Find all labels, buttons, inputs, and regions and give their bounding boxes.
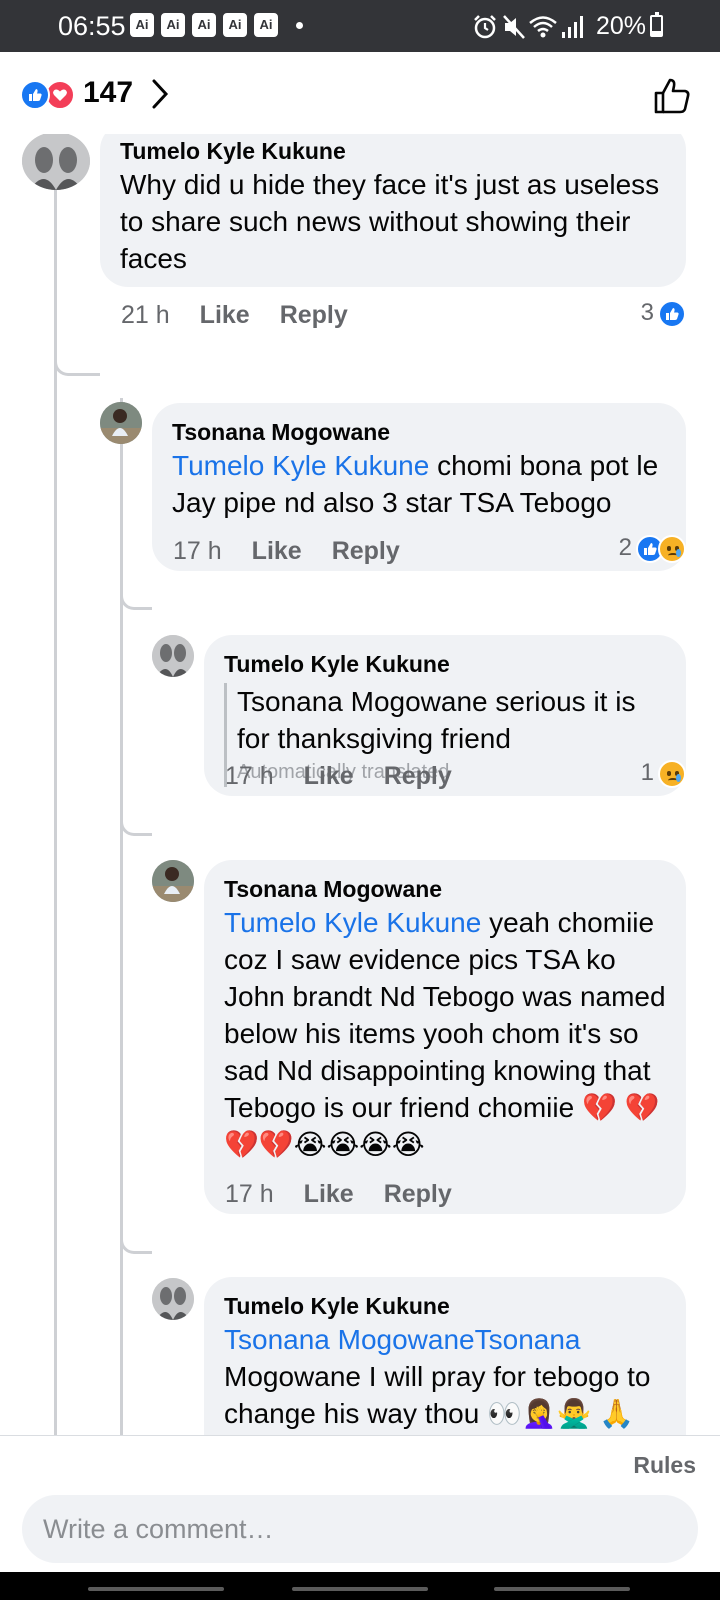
comment-author[interactable]: Tsonana Mogowane bbox=[172, 417, 666, 447]
sad-reaction-icon bbox=[658, 759, 686, 788]
nav-back-handle[interactable] bbox=[494, 1587, 630, 1591]
rules-link[interactable]: Rules bbox=[633, 1452, 696, 1479]
reply-button[interactable]: Reply bbox=[384, 758, 452, 794]
avatar[interactable] bbox=[100, 402, 142, 444]
reaction-count: 2 bbox=[618, 534, 632, 561]
thread-connector bbox=[120, 1232, 152, 1254]
battery-icon bbox=[650, 12, 663, 37]
ai-badge-icon: Ai bbox=[192, 13, 216, 37]
reaction-count[interactable]: 147 bbox=[83, 76, 133, 110]
sad-reaction-icon bbox=[658, 534, 686, 563]
nav-home-handle[interactable] bbox=[292, 1587, 428, 1591]
comment-bubble: Tsonana Mogowane Tumelo Kyle Kukune yeah… bbox=[204, 860, 686, 1214]
avatar[interactable] bbox=[152, 1278, 194, 1320]
like-reaction-icon bbox=[658, 299, 686, 328]
like-button[interactable]: Like bbox=[304, 758, 354, 794]
comment-bubble: Tumelo Kyle Kukune Why did u hide they f… bbox=[100, 134, 686, 287]
thread-connector bbox=[54, 354, 100, 376]
thread-line bbox=[120, 398, 123, 1487]
like-button[interactable]: Like bbox=[252, 533, 302, 569]
mention-link[interactable]: Tumelo Kyle Kukune bbox=[172, 450, 429, 481]
comment-reactions[interactable]: 3 bbox=[641, 296, 686, 330]
comment-actions: 17 h Like Reply bbox=[173, 533, 430, 569]
comment-reactions[interactable]: 1 bbox=[641, 756, 686, 790]
battery-percentage: 20% bbox=[596, 12, 647, 40]
comment-author[interactable]: Tumelo Kyle Kukune bbox=[120, 136, 666, 166]
avatar[interactable] bbox=[152, 860, 194, 902]
system-nav-bar bbox=[0, 1572, 720, 1600]
mention-link[interactable]: Tumelo Kyle Kukune bbox=[224, 907, 481, 938]
comment-time[interactable]: 21 h bbox=[121, 297, 170, 333]
avatar[interactable] bbox=[22, 134, 90, 190]
status-bar: 06:55 Ai Ai Ai Ai Ai 20% bbox=[0, 0, 720, 52]
comment-text: Tsonana Mogowane serious it is for thank… bbox=[237, 686, 636, 754]
chevron-right-icon[interactable] bbox=[150, 78, 170, 110]
comment-input[interactable] bbox=[22, 1495, 698, 1563]
reply-button[interactable]: Reply bbox=[332, 533, 400, 569]
ai-badge-icon: Ai bbox=[130, 13, 154, 37]
comment-text: Tumelo Kyle Kukune chomi bona pot le Jay… bbox=[172, 450, 659, 518]
reactions-header: 147 bbox=[0, 52, 720, 134]
reply-button[interactable]: Reply bbox=[384, 1176, 452, 1212]
comment-time[interactable]: 17 h bbox=[173, 533, 222, 569]
comment-author[interactable]: Tumelo Kyle Kukune bbox=[224, 649, 666, 679]
comment-reactions[interactable]: 2 bbox=[619, 531, 686, 565]
mute-icon bbox=[503, 15, 525, 39]
mention-link[interactable]: Tsonana MogowaneTsonana bbox=[224, 1324, 580, 1355]
thread-connector bbox=[120, 588, 152, 610]
nav-recent-handle[interactable] bbox=[88, 1587, 224, 1591]
reply-button[interactable]: Reply bbox=[280, 297, 348, 333]
comment-text: Why did u hide they face it's just as us… bbox=[120, 169, 660, 274]
comment-time[interactable]: 17 h bbox=[225, 1176, 274, 1212]
like-button[interactable]: Like bbox=[304, 1176, 354, 1212]
ai-badge-icon: Ai bbox=[254, 13, 278, 37]
thread-connector bbox=[120, 814, 152, 836]
thread-line bbox=[54, 188, 57, 1487]
comment-author[interactable]: Tsonana Mogowane bbox=[224, 874, 666, 904]
status-time: 06:55 bbox=[58, 11, 126, 41]
avatar[interactable] bbox=[152, 635, 194, 677]
reaction-count: 1 bbox=[640, 759, 654, 786]
comment-author[interactable]: Tumelo Kyle Kukune bbox=[224, 1291, 666, 1321]
comment-thread: Tumelo Kyle Kukune Why did u hide they f… bbox=[0, 134, 720, 1487]
signal-icon bbox=[562, 16, 583, 38]
like-button[interactable]: Like bbox=[200, 297, 250, 333]
like-reaction-icon[interactable] bbox=[20, 80, 50, 110]
comment-actions: 21 h Like Reply bbox=[121, 297, 378, 333]
ai-badge-icon: Ai bbox=[161, 13, 185, 37]
comment-actions: 17 h Like Reply bbox=[225, 758, 482, 794]
comment-composer: Rules bbox=[0, 1435, 720, 1572]
reaction-count: 3 bbox=[640, 299, 654, 326]
like-post-button[interactable] bbox=[652, 76, 692, 116]
comments-sheet: 147 Tumelo Kyle Kukune Why did u hide th… bbox=[0, 52, 720, 1572]
alarm-icon bbox=[474, 15, 496, 39]
comment-time[interactable]: 17 h bbox=[225, 758, 274, 794]
wifi-icon bbox=[529, 16, 557, 38]
notification-dot-icon bbox=[296, 22, 303, 29]
ai-badge-icon: Ai bbox=[223, 13, 247, 37]
comment-actions: 17 h Like Reply bbox=[225, 1176, 482, 1212]
comment-text: Tumelo Kyle Kukune yeah chomiie coz I sa… bbox=[224, 907, 666, 1160]
